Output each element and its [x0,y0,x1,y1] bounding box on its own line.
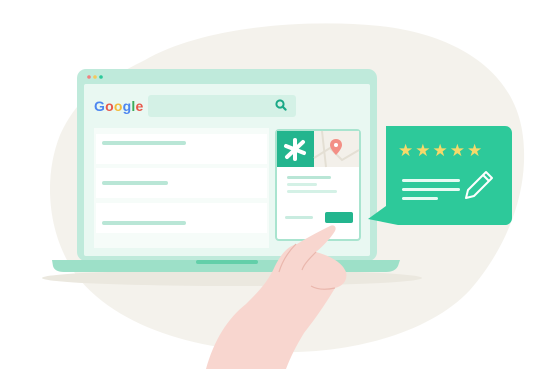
search-input[interactable] [148,95,296,117]
google-letter-6: e [135,98,144,114]
star-icon: ★ [432,141,448,161]
business-card[interactable] [275,129,361,241]
illustration [42,23,525,369]
google-letter-1: G [94,98,106,114]
star-icon: ★ [415,141,431,161]
result-item-1[interactable] [96,134,267,164]
window-dot-maximize [99,75,103,79]
google-letter-3: o [113,98,123,114]
google-logo: Google [94,98,143,114]
google-letter-4: g [122,98,132,114]
star-icon: ★ [467,141,483,161]
write-review-button[interactable] [325,212,353,223]
window-dot-minimize [93,75,97,79]
laptop-shadow [42,270,422,286]
result-item-3[interactable] [96,203,267,233]
star-icon: ★ [398,141,414,161]
star-icon: ★ [449,141,465,161]
laptop-trackpad-notch [196,260,258,264]
star-rating: ★ ★ ★ ★ ★ [398,141,498,161]
result-item-2[interactable] [96,168,267,198]
window-dot-close [87,75,91,79]
google-letter-2: o [105,98,114,114]
